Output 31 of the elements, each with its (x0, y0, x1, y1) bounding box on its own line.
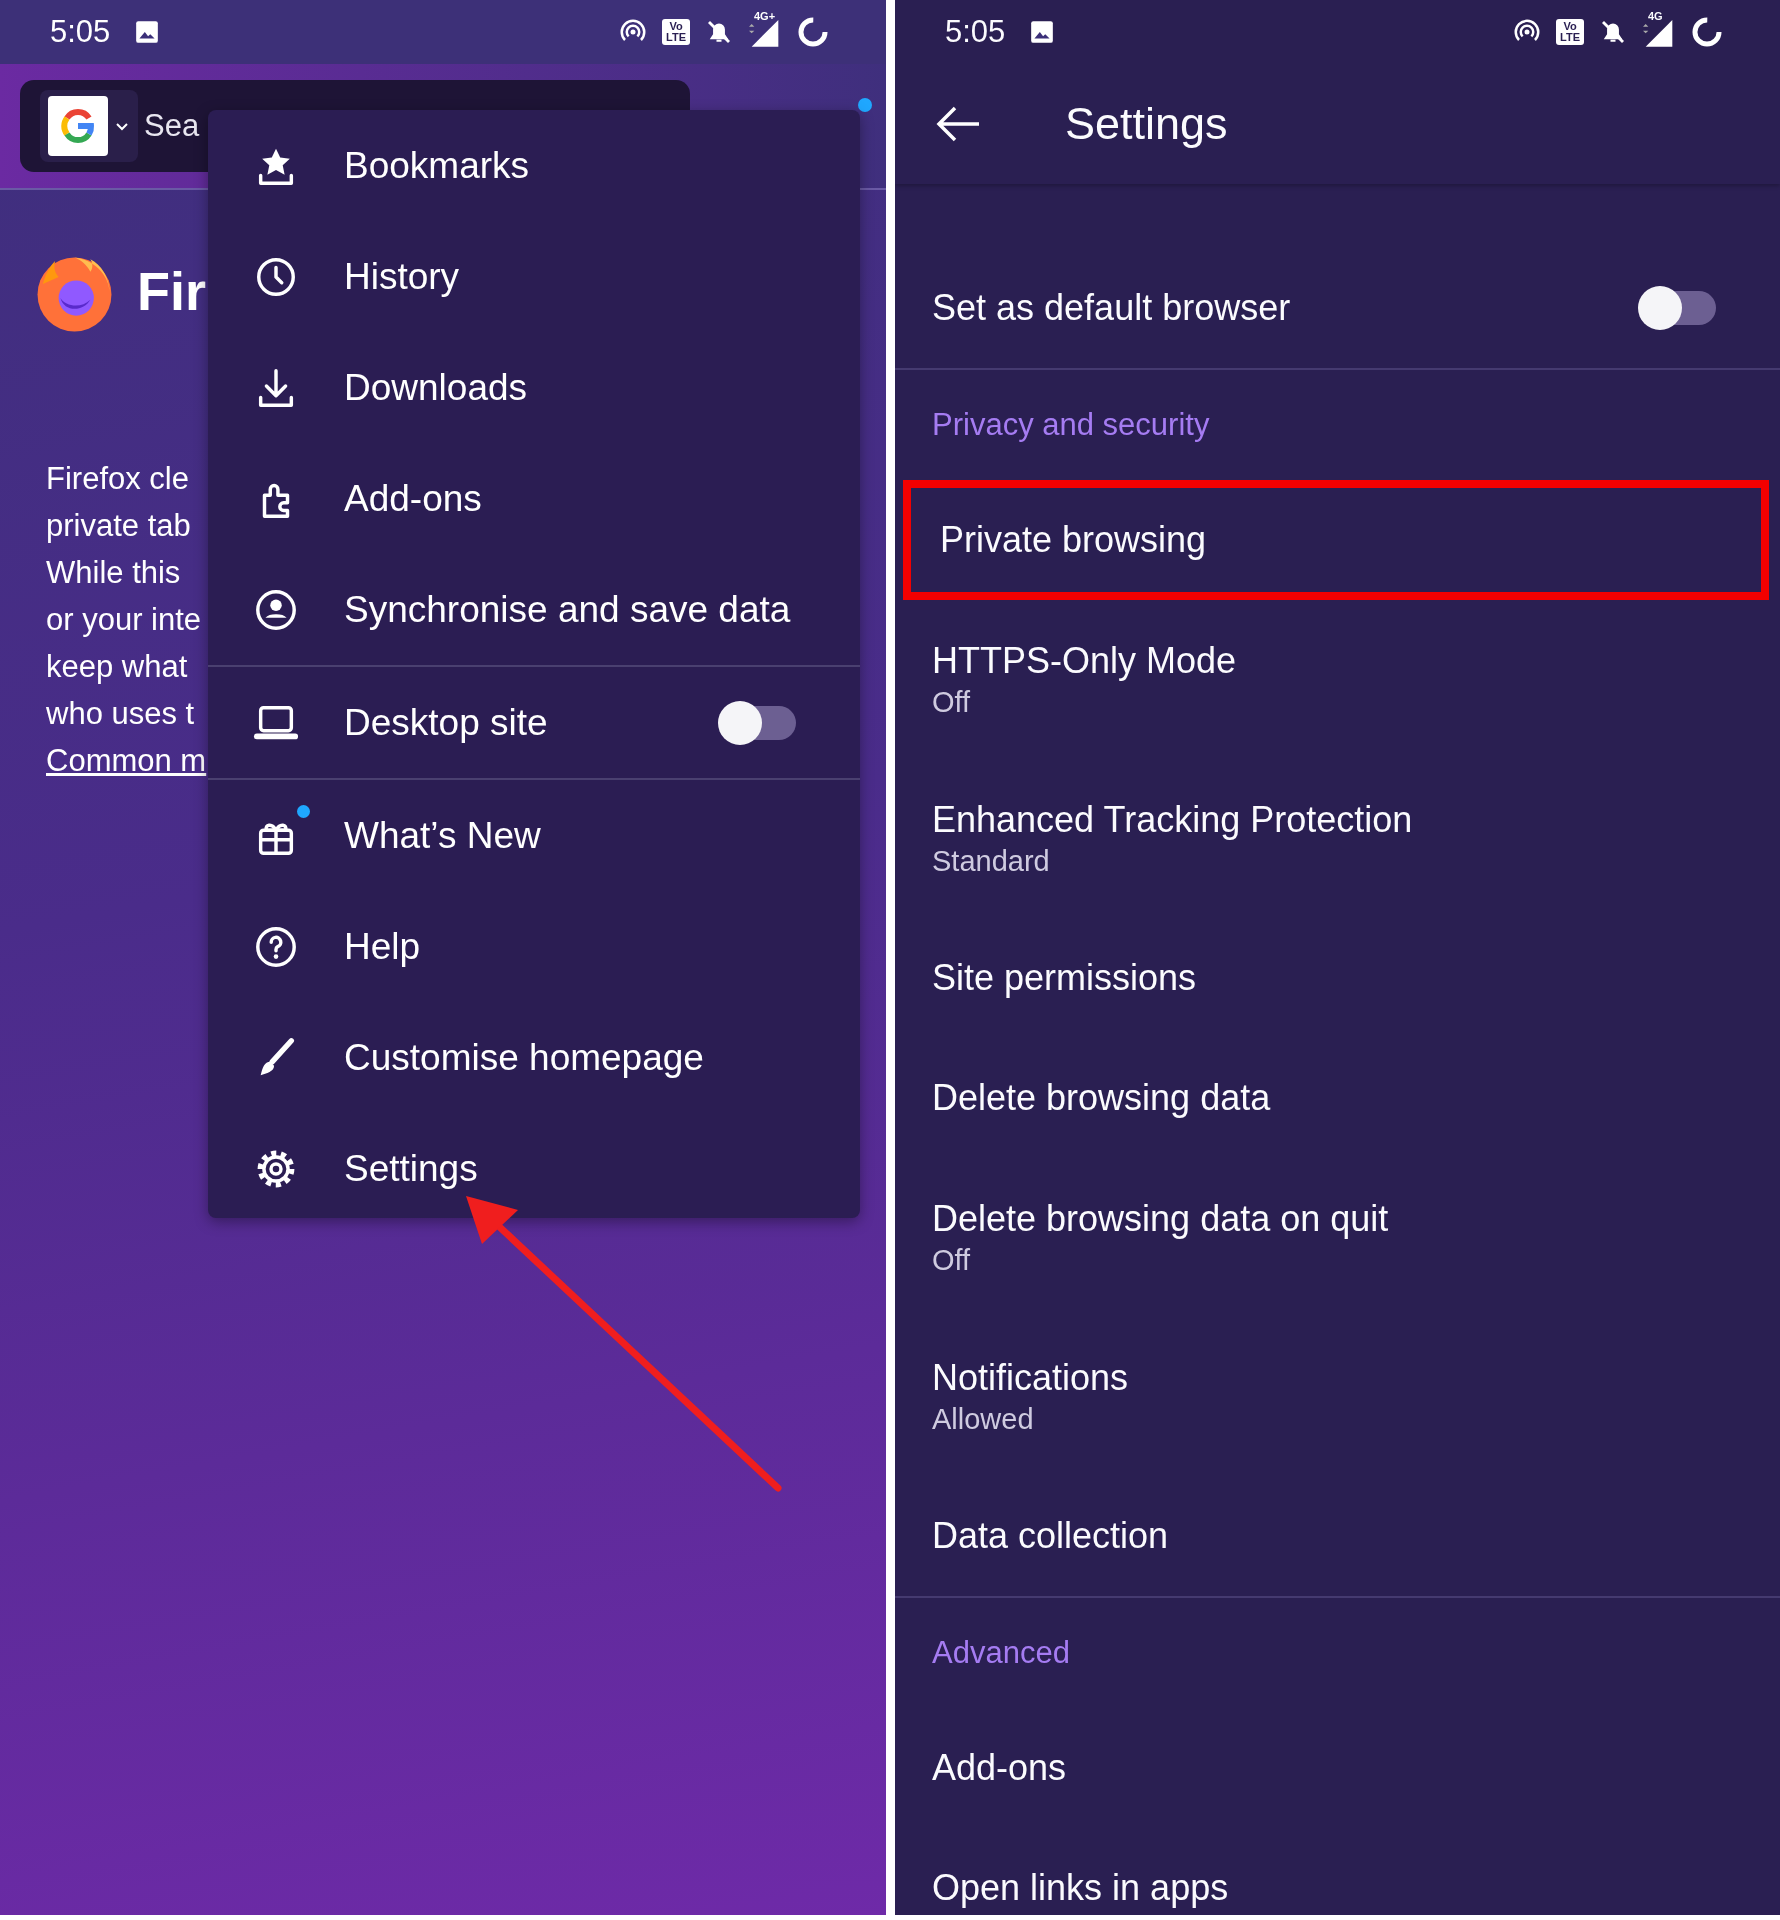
setting-title: Enhanced Tracking Protection (932, 797, 1414, 842)
volte-icon: Vo LTE (1556, 19, 1584, 45)
setting-title: Delete browsing data on quit (932, 1196, 1390, 1241)
setting-title: Open links in apps (932, 1866, 1230, 1910)
setting-value: Allowed (932, 1401, 1035, 1437)
setting-title: HTTPS-Only Mode (932, 638, 1238, 683)
paragraph-line: who uses t (46, 695, 196, 733)
screen-title: Settings (1065, 98, 1228, 150)
paragraph-line: or your inte (46, 601, 203, 639)
setting-title: Set as default browser (932, 286, 1292, 330)
setting-title: Add-ons (932, 1746, 1068, 1790)
setting-value: Off (932, 684, 972, 720)
section-header: Advanced (931, 1634, 1071, 1672)
app-title: Fir (137, 260, 206, 322)
paragraph-line: Firefox cle (46, 460, 190, 498)
setting-value: Off (932, 1242, 972, 1278)
network-label: 4G+ (754, 10, 776, 22)
paragraph-line: private tab (46, 507, 192, 545)
clock-time: 5:05 (945, 14, 1006, 50)
paragraph-line: keep what (46, 648, 189, 686)
setting-value: Standard (932, 843, 1051, 879)
setting-title: Data collection (932, 1514, 1170, 1558)
section-header: Privacy and security (931, 406, 1211, 444)
setting-title: Delete browsing data (932, 1076, 1272, 1120)
network-label: 4G (1648, 10, 1663, 22)
setting-title: Notifications (932, 1355, 1130, 1400)
paragraph-line: While this (46, 554, 182, 592)
setting-title: Site permissions (932, 956, 1198, 1000)
setting-title: Private browsing (940, 518, 1208, 562)
volte-icon: Vo LTE (662, 19, 690, 45)
clock-time: 5:05 (50, 14, 111, 50)
